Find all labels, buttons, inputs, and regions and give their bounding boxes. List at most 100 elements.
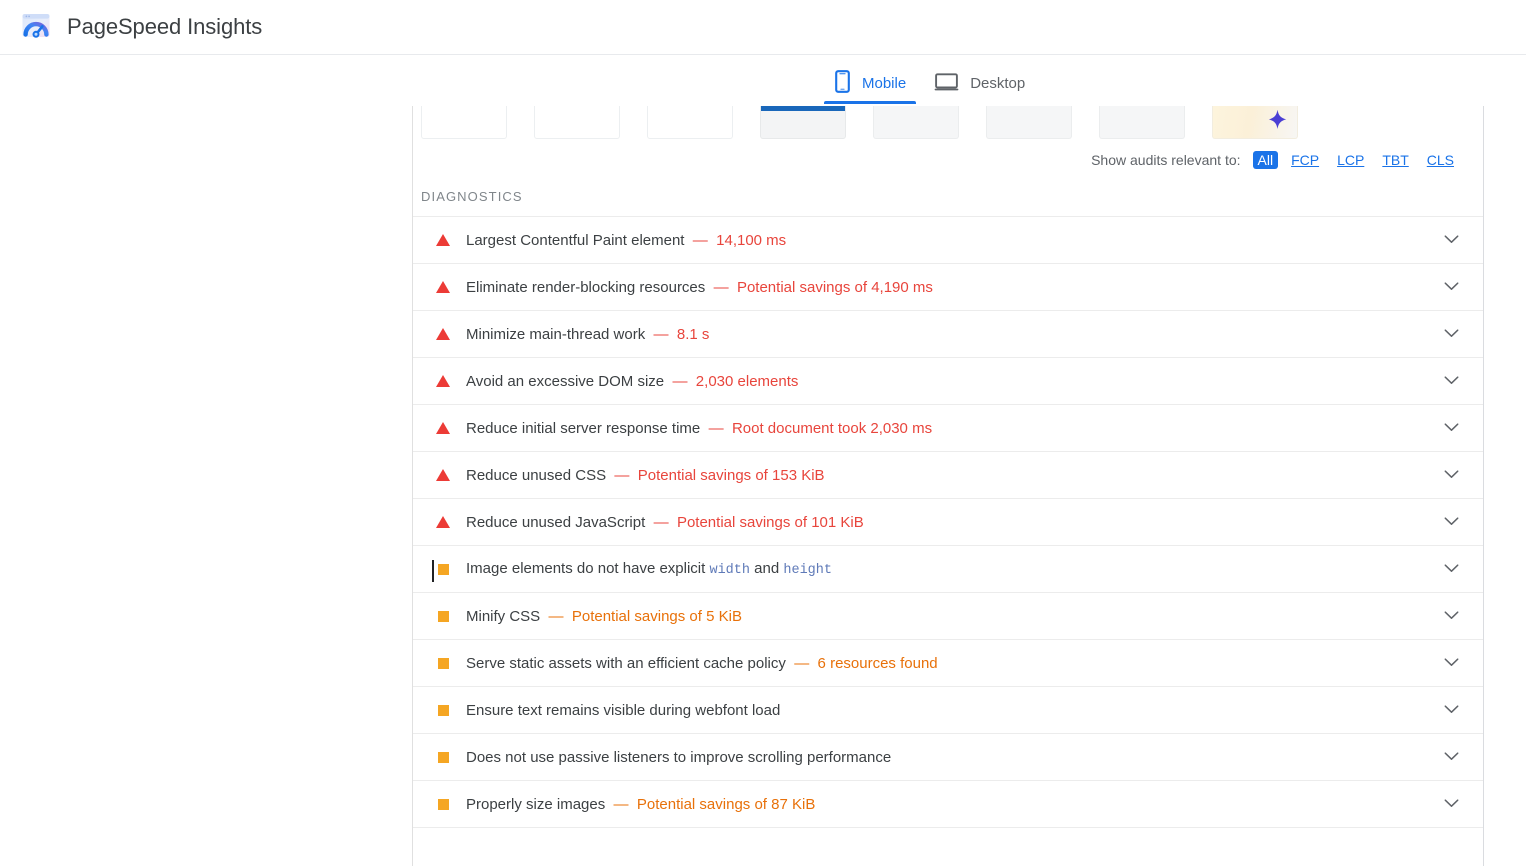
audit-title: Eliminate render-blocking resources — Po…: [466, 278, 933, 296]
audit-score-icon: [430, 610, 456, 622]
audit-score-icon: [430, 422, 456, 434]
score-fail-triangle-icon: [436, 375, 450, 387]
audit-row[interactable]: Minimize main-thread work — 8.1 s: [413, 311, 1483, 358]
audit-row[interactable]: Properly size images — Potential savings…: [413, 781, 1483, 828]
filter-all[interactable]: All: [1252, 151, 1279, 169]
chevron-down-icon[interactable]: [1444, 466, 1459, 484]
filter-tbt[interactable]: TBT: [1377, 151, 1413, 169]
device-tab-bar: Mobile Desktop: [820, 60, 1120, 106]
audit-score-icon: [430, 704, 456, 716]
audit-row[interactable]: Largest Contentful Paint element — 14,10…: [413, 217, 1483, 264]
tab-mobile[interactable]: Mobile: [820, 60, 920, 104]
audit-value: — 14,100 ms: [684, 231, 787, 249]
audit-list: Largest Contentful Paint element — 14,10…: [413, 216, 1483, 828]
audit-row[interactable]: Serve static assets with an efficient ca…: [413, 640, 1483, 687]
page-title: PageSpeed Insights: [67, 14, 263, 39]
audit-score-icon: [430, 328, 456, 340]
chevron-down-icon[interactable]: [1444, 795, 1459, 813]
audit-title: Minify CSS — Potential savings of 5 KiB: [466, 607, 742, 625]
audit-value: — 2,030 elements: [664, 372, 799, 390]
chevron-down-icon[interactable]: [1444, 607, 1459, 625]
chevron-down-icon[interactable]: [1444, 654, 1459, 672]
audit-score-icon: [430, 375, 456, 387]
audit-value: — Potential savings of 153 KiB: [606, 466, 825, 484]
audit-score-icon: [430, 234, 456, 246]
audit-title: Image elements do not have explicit widt…: [466, 560, 832, 578]
audit-title: Properly size images — Potential savings…: [466, 795, 816, 813]
audit-title: Minimize main-thread work — 8.1 s: [466, 325, 710, 343]
audit-value: — 8.1 s: [645, 325, 710, 343]
score-average-square-icon: [437, 704, 449, 716]
audit-score-icon: [430, 563, 456, 575]
chevron-down-icon[interactable]: [1444, 419, 1459, 437]
audit-row[interactable]: Reduce unused JavaScript — Potential sav…: [413, 499, 1483, 546]
audit-value: — Root document took 2,030 ms: [700, 419, 933, 437]
audit-score-icon: [430, 516, 456, 528]
section-title-diagnostics: DIAGNOSTICS: [421, 189, 523, 204]
filter-cls[interactable]: CLS: [1422, 151, 1459, 169]
audit-filter-row: Show audits relevant to: All FCP LCP TBT…: [413, 143, 1483, 177]
audit-value: — Potential savings of 5 KiB: [540, 607, 742, 625]
filter-fcp[interactable]: FCP: [1286, 151, 1324, 169]
audit-code-token: width: [709, 563, 750, 578]
score-fail-triangle-icon: [436, 422, 450, 434]
score-average-square-icon: [437, 657, 449, 669]
metric-chip-strip: [413, 106, 1483, 143]
mobile-phone-icon: [834, 70, 851, 96]
audit-title: Does not use passive listeners to improv…: [466, 748, 892, 766]
metric-chip[interactable]: [534, 106, 620, 139]
filter-label: Show audits relevant to:: [1091, 152, 1241, 168]
metric-chip[interactable]: [986, 106, 1072, 139]
score-average-square-icon: [437, 563, 449, 575]
audit-row[interactable]: Minify CSS — Potential savings of 5 KiB: [413, 593, 1483, 640]
metric-chip-selected[interactable]: [760, 106, 846, 139]
chevron-down-icon[interactable]: [1444, 372, 1459, 390]
audit-row[interactable]: Image elements do not have explicit widt…: [413, 546, 1483, 593]
chevron-down-icon[interactable]: [1444, 560, 1459, 578]
audit-title: Reduce unused CSS — Potential savings of…: [466, 466, 825, 484]
chevron-down-icon[interactable]: [1444, 325, 1459, 343]
metric-chip-ai-insights[interactable]: [1212, 106, 1298, 139]
audit-score-icon: [430, 281, 456, 293]
tab-mobile-label: Mobile: [862, 74, 907, 92]
audit-score-icon: [430, 657, 456, 669]
metric-chip[interactable]: [873, 106, 959, 139]
audit-row[interactable]: Reduce unused CSS — Potential savings of…: [413, 452, 1483, 499]
audit-value: — Potential savings of 4,190 ms: [705, 278, 933, 296]
audit-row[interactable]: Ensure text remains visible during webfo…: [413, 687, 1483, 734]
chevron-down-icon[interactable]: [1444, 231, 1459, 249]
audit-value: — 6 resources found: [785, 654, 938, 672]
pagespeed-gauge-icon: [19, 10, 53, 44]
audit-row[interactable]: Does not use passive listeners to improv…: [413, 734, 1483, 781]
audit-row[interactable]: Reduce initial server response time — Ro…: [413, 405, 1483, 452]
score-average-square-icon: [437, 798, 449, 810]
tab-desktop-label: Desktop: [970, 74, 1026, 92]
audit-row[interactable]: Eliminate render-blocking resources — Po…: [413, 264, 1483, 311]
app-header: PageSpeed Insights: [0, 0, 1526, 55]
audit-score-icon: [430, 751, 456, 763]
score-fail-triangle-icon: [436, 328, 450, 340]
metric-chip[interactable]: [421, 106, 507, 139]
chevron-down-icon[interactable]: [1444, 701, 1459, 719]
brand[interactable]: PageSpeed Insights: [0, 10, 262, 44]
chevron-down-icon[interactable]: [1444, 748, 1459, 766]
chevron-down-icon[interactable]: [1444, 278, 1459, 296]
audit-row[interactable]: Avoid an excessive DOM size — 2,030 elem…: [413, 358, 1483, 405]
audit-title: Serve static assets with an efficient ca…: [466, 654, 938, 672]
sparkle-icon: [1268, 109, 1287, 135]
audit-title: Reduce initial server response time — Ro…: [466, 419, 933, 437]
score-fail-triangle-icon: [436, 516, 450, 528]
audit-code-token: height: [783, 563, 832, 578]
score-fail-triangle-icon: [436, 281, 450, 293]
metric-chip[interactable]: [1099, 106, 1185, 139]
audit-title: Reduce unused JavaScript — Potential sav…: [466, 513, 864, 531]
score-fail-triangle-icon: [436, 469, 450, 481]
desktop-monitor-icon: [934, 72, 959, 95]
tab-desktop[interactable]: Desktop: [920, 60, 1039, 104]
results-panel: Show audits relevant to: All FCP LCP TBT…: [412, 106, 1484, 866]
score-average-square-icon: [437, 610, 449, 622]
metric-chip[interactable]: [647, 106, 733, 139]
audit-score-icon: [430, 798, 456, 810]
chevron-down-icon[interactable]: [1444, 513, 1459, 531]
filter-lcp[interactable]: LCP: [1332, 151, 1369, 169]
